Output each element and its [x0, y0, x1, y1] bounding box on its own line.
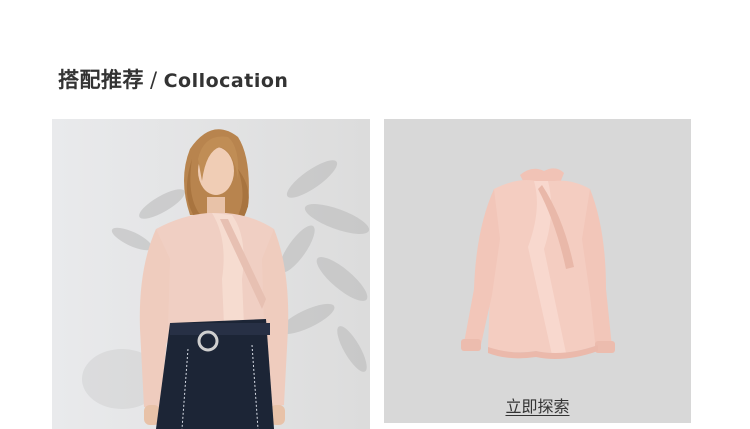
section-title-cn: 搭配推荐 — [58, 68, 144, 92]
section-title-en: Collocation — [163, 70, 289, 92]
title-separator: / — [150, 68, 158, 92]
model-photo[interactable] — [52, 119, 370, 429]
section-title: 搭配推荐 / Collocation — [58, 64, 288, 94]
product-card[interactable]: 立即探索 — [384, 119, 691, 423]
explore-now-link[interactable]: 立即探索 — [384, 393, 691, 417]
pink-blouse-product-image — [384, 119, 691, 423]
model-wearing-blouse-image — [52, 119, 370, 429]
